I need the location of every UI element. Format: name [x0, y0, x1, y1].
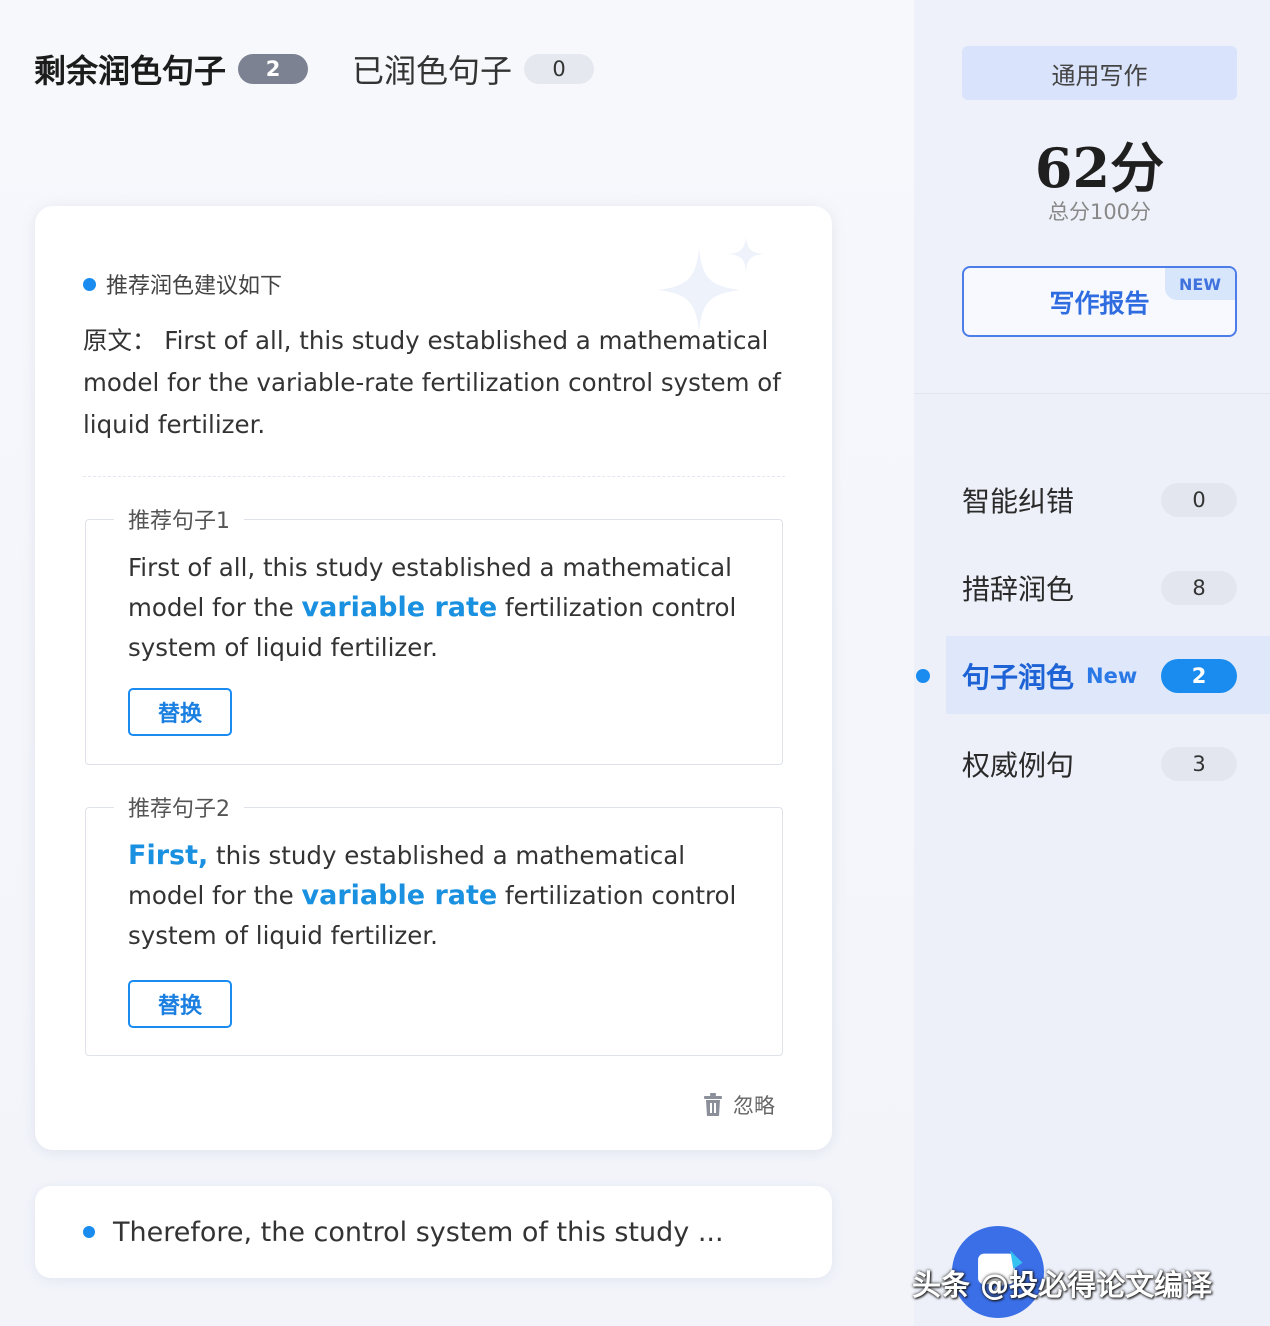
bullet-dot [83, 277, 96, 291]
original-sentence: 原文： First of all, this study established… [83, 326, 781, 439]
nav-new-tag: New [1086, 664, 1138, 688]
active-indicator-dot [916, 669, 930, 683]
highlighted-change: variable rate [301, 592, 498, 623]
remaining-count-badge: 2 [238, 54, 309, 84]
tab-done[interactable]: 已润色句子 0 [352, 46, 595, 92]
watermark-text: 头条 @投必得论文编译 [912, 1268, 1213, 1302]
suggestion-legend-1: 推荐句子1 [114, 503, 244, 535]
done-count-badge: 0 [524, 54, 595, 84]
nav-label: 权威例句 [962, 749, 1075, 782]
nav-count-badge: 3 [1161, 747, 1237, 781]
suggestion-box-2: 推荐句子2 First, this study established a ma… [85, 791, 783, 1056]
highlighted-change: variable rate [301, 880, 498, 911]
ignore-button[interactable]: 忽略 [703, 1090, 775, 1120]
nav-item-error-correction[interactable]: 智能纠错 0 [962, 474, 1237, 526]
score-panel: 通用写作 62分 总分100分 写作报告 NEW [914, 0, 1270, 394]
new-badge: NEW [1165, 268, 1235, 300]
score-value: 62分 [1034, 136, 1165, 200]
tab-done-label: 已润色句子 [352, 52, 513, 90]
suggestion-text-2: First, this study established a mathemat… [128, 836, 768, 956]
tab-remaining-label: 剩余润色句子 [34, 52, 227, 90]
ignore-label: 忽略 [733, 1094, 775, 1118]
highlighted-change: First, [128, 840, 209, 871]
suggestion-card: 推荐润色建议如下 原文： First of all, this study es… [35, 206, 832, 1150]
nav-count-badge: 2 [1161, 659, 1237, 693]
nav-count-badge: 0 [1161, 483, 1237, 517]
tab-remaining[interactable]: 剩余润色句子 2 [34, 46, 309, 92]
next-sentence-text: Therefore, the control system of this st… [113, 1216, 724, 1248]
nav-label: 句子润色 [962, 661, 1075, 694]
writing-report-label: 写作报告 [1049, 288, 1150, 318]
suggestion-text-1: First of all, this study established a m… [128, 548, 768, 668]
nav-count-badge: 8 [1161, 571, 1237, 605]
next-sentence-card[interactable]: Therefore, the control system of this st… [35, 1186, 832, 1278]
card-heading-label: 推荐润色建议如下 [106, 274, 283, 299]
nav-item-sentence-polish[interactable]: 句子润色 New 2 [962, 650, 1237, 702]
writing-report-button[interactable]: 写作报告 NEW [962, 266, 1237, 337]
suggestion-legend-2: 推荐句子2 [114, 791, 244, 823]
sentence-tabs: 剩余润色句子 2 已润色句子 0 [34, 46, 595, 92]
main-panel: 剩余润色句子 2 已润色句子 0 推荐润色建议如下 原文： First of a… [0, 0, 914, 1326]
replace-button-1[interactable]: 替换 [128, 688, 232, 736]
card-heading: 推荐润色建议如下 [83, 268, 282, 300]
trash-icon [704, 1093, 722, 1116]
sidebar: 通用写作 62分 总分100分 写作报告 NEW 智能纠错 0 措辞润色 8 句… [914, 0, 1270, 1326]
nav-item-wording-polish[interactable]: 措辞润色 8 [962, 562, 1237, 614]
suggestion-box-1: 推荐句子1 First of all, this study establish… [85, 503, 783, 765]
bullet-dot [83, 1226, 95, 1238]
replace-button-2[interactable]: 替换 [128, 980, 232, 1028]
nav-item-authoritative-examples[interactable]: 权威例句 3 [962, 738, 1237, 790]
divider [83, 476, 785, 477]
nav-label: 措辞润色 [962, 573, 1075, 606]
score-total: 总分100分 [1047, 200, 1152, 224]
writing-mode-button[interactable]: 通用写作 [962, 46, 1237, 100]
nav-label: 智能纠错 [962, 485, 1075, 518]
